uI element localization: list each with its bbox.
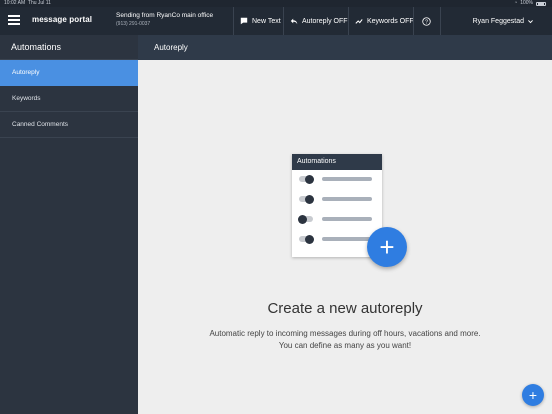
toolbar-divider [413,7,414,35]
illustration-row [292,210,382,230]
empty-state-description: Automatic reply to incoming messages dur… [209,329,481,350]
empty-state-title: Create a new autoreply [267,300,423,317]
add-button[interactable]: + [522,384,544,406]
status-right: ◔ 100% [514,0,546,7]
top-bar: message portal Sending from RyanCo main … [0,7,552,35]
sidebar-item-keywords[interactable]: Keywords [0,86,138,112]
status-time-date: 10:02 AM Thu Jul 11 [4,0,51,6]
autoreply-label: Autoreply OFF [302,17,348,25]
keyword-icon [355,19,363,24]
keywords-toggle-button[interactable]: Keywords OFF [355,7,414,35]
toolbar-divider [233,7,234,35]
app-logo: message portal [32,15,93,24]
toggle-on-icon [299,174,314,184]
status-bar: 10:02 AM Thu Jul 11 ◔ 100% [0,0,552,7]
user-menu[interactable]: Ryan Feggestad [473,7,534,35]
sending-from-phone: (913) 291-0037 [116,21,151,27]
message-icon [240,17,248,25]
toggle-on-icon [299,194,314,204]
main-content: Autoreply Automations + Create a new aut… [138,35,552,414]
illustration-row [292,170,382,190]
sidebar-title: Automations [0,35,138,60]
sidebar-item-canned-comments[interactable]: Canned Comments [0,112,138,138]
new-text-label: New Text [252,17,281,25]
reply-icon [290,18,298,25]
user-name: Ryan Feggestad [472,17,524,25]
chevron-down-icon [528,19,533,23]
plus-icon: + [528,387,538,403]
line-placeholder [322,237,372,241]
help-button[interactable]: ? [422,7,431,35]
sidebar-item-autoreply[interactable]: Autoreply [0,60,138,86]
sending-from[interactable]: Sending from RyanCo main office (913) 29… [116,12,213,28]
page-title: Autoreply [138,35,552,60]
toolbar-divider [348,7,349,35]
sidebar: Automations Autoreply Keywords Canned Co… [0,35,138,414]
line-placeholder [322,177,372,181]
toolbar-divider [283,7,284,35]
wifi-icon: ◔ [514,0,518,6]
toolbar-divider [440,7,441,35]
new-text-button[interactable]: New Text [240,7,281,35]
plus-icon: + [379,232,395,262]
battery-percent: 100% [520,0,533,6]
sending-from-label: Sending from RyanCo main office [116,12,214,19]
line-placeholder [322,217,372,221]
keywords-label: Keywords OFF [367,17,414,25]
hamburger-menu-icon[interactable] [8,15,20,27]
toggle-on-icon [299,234,314,244]
add-autoreply-button[interactable]: + [367,227,407,267]
question-circle-icon: ? [422,16,431,26]
line-placeholder [322,197,372,201]
toggle-off-icon [298,214,313,224]
illustration-title: Automations [292,154,382,170]
battery-icon [536,1,546,6]
svg-text:?: ? [425,19,428,25]
illustration-row [292,190,382,210]
autoreply-toggle-button[interactable]: Autoreply OFF [290,7,348,35]
